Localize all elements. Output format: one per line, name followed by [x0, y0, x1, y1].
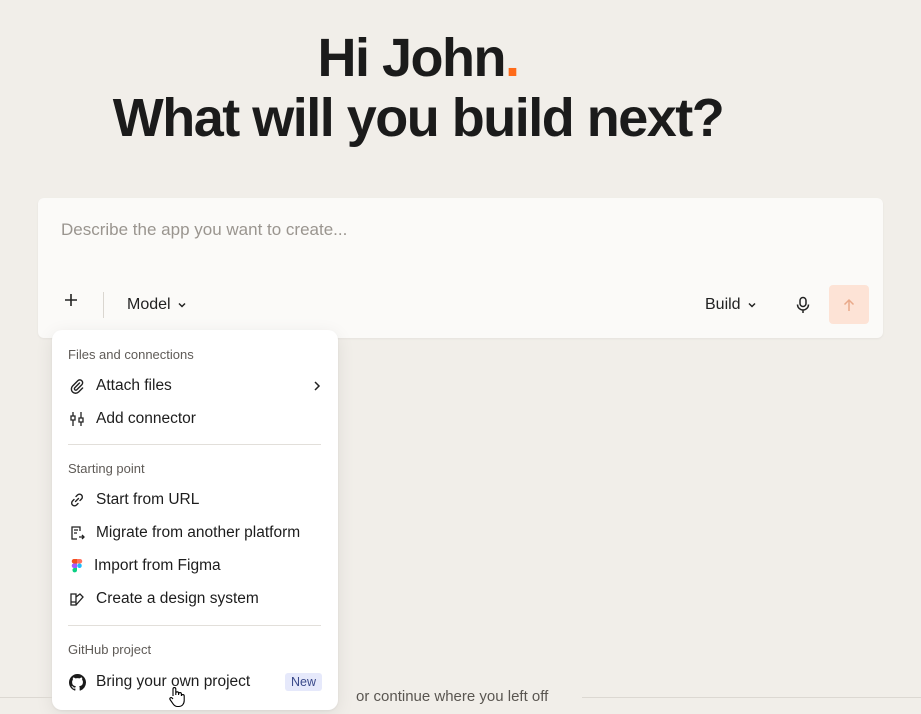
model-dropdown[interactable]: Model — [127, 296, 187, 314]
section-title-github: GitHub project — [68, 642, 152, 657]
menu-item-label: Add connector — [96, 410, 196, 427]
hero-heading: Hi John. What will you build next? — [0, 28, 836, 148]
menu-separator — [68, 625, 321, 626]
menu-item-start-from-url[interactable]: Start from URL — [68, 486, 322, 514]
plus-icon — [65, 294, 77, 306]
arrow-up-icon — [843, 298, 855, 311]
build-dropdown[interactable]: Build — [705, 296, 757, 314]
divider-line-left — [0, 697, 52, 698]
prompt-card: Describe the app you want to create... M… — [38, 198, 883, 338]
menu-item-design-system[interactable]: Create a design system — [68, 585, 322, 613]
menu-item-import-figma[interactable]: Import from Figma — [68, 552, 322, 580]
model-label: Model — [127, 296, 171, 313]
send-button[interactable] — [829, 285, 869, 324]
chevron-down-icon — [748, 302, 756, 308]
add-button[interactable] — [64, 293, 78, 307]
section-title-files: Files and connections — [68, 347, 194, 362]
github-icon — [68, 673, 86, 691]
continue-text: or continue where you left off — [356, 688, 549, 705]
chevron-right-icon — [314, 381, 321, 391]
menu-item-bring-project[interactable]: Bring your own project New — [68, 668, 322, 696]
menu-item-add-connector[interactable]: Add connector — [68, 405, 322, 433]
add-menu: Files and connections Attach files Add c… — [52, 330, 338, 710]
headline: What will you build next? — [112, 88, 725, 148]
microphone-button[interactable] — [795, 296, 811, 314]
menu-item-label: Create a design system — [96, 590, 259, 607]
paperclip-icon — [68, 377, 86, 395]
connector-icon — [68, 410, 86, 428]
menu-item-label: Import from Figma — [94, 557, 221, 574]
prompt-input[interactable]: Describe the app you want to create... — [61, 220, 347, 240]
menu-item-label: Migrate from another platform — [96, 524, 301, 541]
toolbar-divider — [103, 292, 104, 318]
greeting-text: Hi John — [317, 28, 506, 88]
chevron-down-icon — [178, 302, 186, 308]
new-badge: New — [284, 673, 322, 691]
design-system-icon — [68, 590, 86, 608]
menu-separator — [68, 444, 321, 445]
greeting-dot: . — [504, 28, 520, 88]
migrate-icon — [68, 524, 86, 542]
greeting-line: Hi John. — [0, 28, 836, 88]
menu-item-attach-files[interactable]: Attach files — [68, 372, 322, 400]
menu-item-label: Attach files — [96, 377, 172, 394]
figma-icon — [68, 557, 86, 575]
divider-line-right — [582, 697, 921, 698]
microphone-icon — [796, 296, 810, 313]
menu-item-label: Start from URL — [96, 491, 200, 508]
link-icon — [68, 491, 86, 509]
build-label: Build — [705, 296, 741, 313]
hand-cursor-icon — [169, 687, 185, 708]
menu-item-migrate[interactable]: Migrate from another platform — [68, 519, 322, 547]
section-title-starting-point: Starting point — [68, 461, 145, 476]
